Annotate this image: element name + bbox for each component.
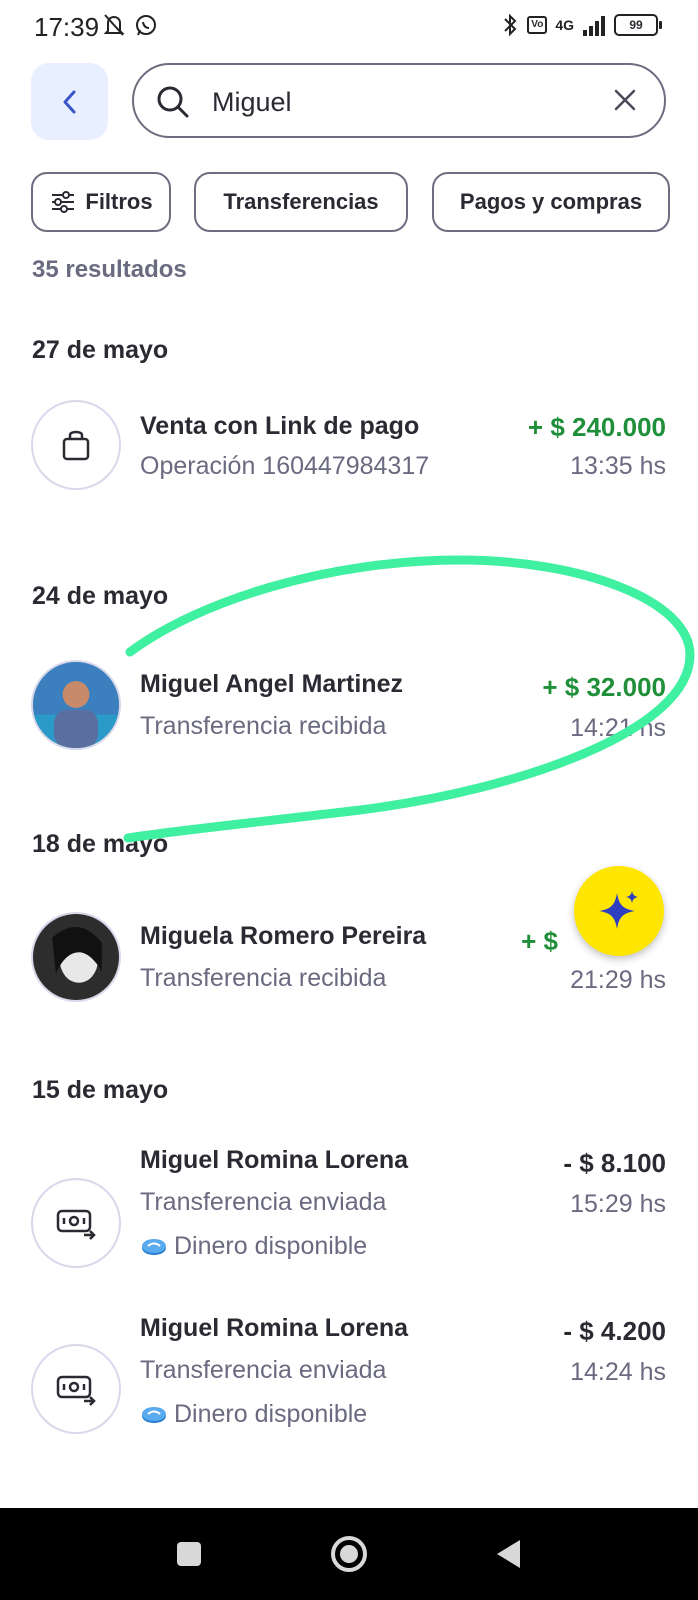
chevron-left-icon xyxy=(63,90,75,113)
money-transfer-icon xyxy=(31,1344,121,1434)
badge-label: Dinero disponible xyxy=(174,1400,368,1428)
bluetooth-icon xyxy=(504,13,517,37)
payments-chip[interactable]: Pagos y compras xyxy=(432,172,670,232)
sliders-icon xyxy=(52,191,75,213)
item-subtitle: Transferencia enviada xyxy=(140,1188,387,1216)
system-nav-bar xyxy=(0,1508,698,1600)
item-subtitle: Transferencia recibida xyxy=(140,712,387,740)
volte-icon: Vo xyxy=(527,16,548,34)
date-header: 27 de mayo xyxy=(32,336,169,364)
coins-icon xyxy=(142,1406,166,1423)
item-amount: + $ 32.000 xyxy=(542,672,666,702)
battery-level: 99 xyxy=(629,18,643,32)
avatar xyxy=(31,660,121,750)
item-time: 21:29 hs xyxy=(570,966,666,994)
results-count: 35 resultados xyxy=(32,256,187,283)
item-title: Venta con Link de pago xyxy=(140,412,420,440)
sparkle-icon xyxy=(599,891,638,929)
back-nav-button[interactable] xyxy=(485,1530,533,1578)
item-time: 15:29 hs xyxy=(570,1190,666,1218)
item-title: Miguel Romina Lorena xyxy=(140,1314,409,1342)
network-type: 4G xyxy=(555,17,574,33)
home-button[interactable] xyxy=(325,1530,373,1578)
status-left-icons xyxy=(102,12,158,38)
item-amount: + $ xyxy=(521,926,558,956)
filters-chip-label: Filtros xyxy=(85,189,153,214)
circle-icon xyxy=(331,1536,367,1572)
whatsapp-icon xyxy=(136,15,156,36)
coins-icon xyxy=(142,1238,166,1255)
square-icon xyxy=(177,1542,201,1566)
status-time: 17:39 xyxy=(34,12,100,42)
filters-chip[interactable]: Filtros xyxy=(31,172,171,232)
signal-icon xyxy=(583,16,605,36)
avatar xyxy=(31,912,121,1002)
item-time: 14:24 hs xyxy=(570,1358,666,1386)
date-header: 15 de mayo xyxy=(32,1076,169,1104)
item-subtitle: Transferencia recibida xyxy=(140,964,387,992)
item-title: Miguel Romina Lorena xyxy=(140,1146,409,1174)
search-icon xyxy=(157,86,189,118)
item-title: Miguela Romero Pereira xyxy=(140,922,427,950)
availability-badge: Dinero disponible xyxy=(140,1232,367,1261)
item-amount: + $ 240.000 xyxy=(527,412,666,442)
transfers-chip[interactable]: Transferencias xyxy=(194,172,408,232)
item-subtitle: Operación 160447984317 xyxy=(140,452,430,480)
money-transfer-icon xyxy=(31,1178,121,1268)
transfers-chip-label: Transferencias xyxy=(223,189,379,214)
search-bar[interactable] xyxy=(132,63,666,138)
status-bar: 17:39 Vo 4G 99 xyxy=(0,0,698,52)
bell-off-icon xyxy=(103,14,125,36)
item-time: 14:21 hs xyxy=(570,714,666,742)
list-item[interactable]: Miguel Romina Lorena Transferencia envia… xyxy=(0,1138,698,1278)
close-icon[interactable] xyxy=(612,87,638,113)
list-item[interactable]: Miguel Angel Martinez Transferencia reci… xyxy=(0,660,698,760)
date-header: 18 de mayo xyxy=(32,830,169,858)
item-amount: - $ 8.100 xyxy=(563,1148,666,1178)
payments-chip-label: Pagos y compras xyxy=(459,189,643,214)
battery-icon: 99 xyxy=(614,14,662,36)
triangle-back-icon xyxy=(497,1540,520,1568)
assistant-fab[interactable] xyxy=(574,866,664,956)
recents-button[interactable] xyxy=(165,1530,213,1578)
back-button[interactable] xyxy=(31,63,108,140)
shopping-bag-icon xyxy=(31,400,121,490)
item-amount: - $ 4.200 xyxy=(563,1316,666,1346)
item-time: 13:35 hs xyxy=(570,452,666,480)
date-header: 24 de mayo xyxy=(32,582,169,610)
search-input[interactable] xyxy=(210,79,594,125)
item-subtitle: Transferencia enviada xyxy=(140,1356,387,1384)
item-title: Miguel Angel Martinez xyxy=(140,670,403,698)
status-right-icons: Vo 4G 99 xyxy=(501,12,662,38)
badge-label: Dinero disponible xyxy=(174,1232,368,1260)
list-item[interactable]: Miguel Romina Lorena Transferencia envia… xyxy=(0,1306,698,1446)
availability-badge: Dinero disponible xyxy=(140,1400,367,1429)
list-item[interactable]: Venta con Link de pago Operación 1604479… xyxy=(0,400,698,500)
